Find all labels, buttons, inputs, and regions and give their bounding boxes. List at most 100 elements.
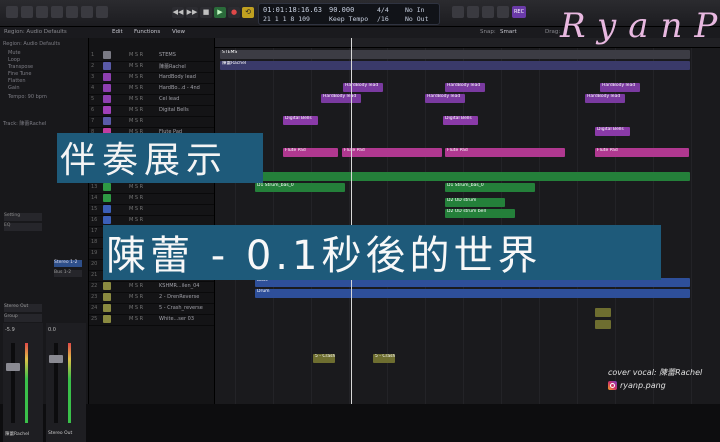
region-strum[interactable]: D1 Strum_bas_0 (255, 183, 345, 192)
mute-solo-buttons[interactable]: M S R (129, 283, 143, 289)
track-number: 2 (91, 63, 95, 69)
track-name[interactable]: STEMS (159, 52, 176, 58)
volume-fader[interactable] (6, 363, 20, 371)
track-name[interactable]: White...ser 03 (159, 316, 194, 322)
output-slot[interactable]: Stereo Out (4, 304, 42, 312)
mute-solo-buttons[interactable]: M S R (129, 118, 143, 124)
mute-solo-buttons[interactable]: M S R (129, 74, 143, 80)
mute-solo-buttons[interactable]: M S R (129, 63, 143, 69)
group-slot[interactable]: Group (4, 314, 42, 322)
track-name[interactable]: 2 - DrenReverse (159, 294, 199, 300)
rewind-button[interactable]: ◀◀ (172, 7, 184, 18)
region-strum-lane[interactable] (255, 172, 690, 181)
view-menu[interactable]: View (172, 29, 185, 35)
mute-solo-buttons[interactable]: M S R (129, 96, 143, 102)
snap-select[interactable]: Smart (500, 29, 517, 35)
bus-slot[interactable]: Bus 1-2 (54, 270, 82, 277)
inspector-finetune[interactable]: Fine Tune (8, 71, 31, 77)
region-od-bell[interactable]: D2 OD strum bell (445, 209, 515, 218)
smart-controls-icon[interactable] (66, 6, 78, 18)
track-name[interactable]: Digital Bells (159, 107, 189, 113)
inspector-icon[interactable] (21, 6, 33, 18)
track-name[interactable]: KSHMR...ilen_04 (159, 283, 199, 289)
track-row[interactable]: 25 M S R White...ser 03 (89, 314, 214, 326)
metronome-icon[interactable] (497, 6, 509, 18)
inspector-track[interactable]: Track: 陳蕾Rachel (3, 120, 46, 127)
eq-display[interactable]: EQ (4, 223, 42, 231)
region-strum[interactable]: D1 Strum_bas_0 (445, 183, 535, 192)
region-hardbody4[interactable]: HardBody lead (425, 94, 465, 103)
track-name[interactable]: 陳蕾Rachel (159, 63, 186, 70)
drag-label: Drag: (545, 29, 561, 35)
inspector-mute[interactable]: Mute (8, 50, 21, 56)
level-meter (25, 343, 28, 423)
track-number: 3 (91, 74, 95, 80)
mute-solo-buttons[interactable]: M S R (129, 195, 143, 201)
region-hardbody[interactable]: HardBody lead (445, 83, 485, 92)
track-number: 16 (91, 217, 98, 223)
region-fx[interactable] (595, 320, 611, 329)
mute-solo-buttons[interactable]: M S R (129, 305, 143, 311)
region-flute-pad[interactable]: Flute Pad (445, 148, 565, 157)
play-button[interactable]: ▶ (214, 7, 226, 18)
region-hardbody4[interactable]: HardBody lead (585, 94, 625, 103)
setting-button[interactable]: Setting (4, 213, 42, 221)
track-name[interactable]: HardBody lead (159, 74, 196, 80)
mute-solo-buttons[interactable]: M S R (129, 52, 143, 58)
region-od-strum[interactable]: D2 OD strum (445, 198, 505, 207)
region-digital-bells[interactable]: Digital Bells (595, 127, 630, 136)
functions-menu[interactable]: Functions (134, 29, 160, 35)
region-flute-pad[interactable]: Flute Pad (283, 148, 338, 157)
bar-gridline (235, 38, 236, 404)
count-in-icon[interactable] (482, 6, 494, 18)
region-digital-bells[interactable]: Digital Bells (283, 116, 318, 125)
playhead[interactable] (351, 38, 352, 404)
track-number: 5 (91, 96, 95, 102)
region-flute-pad[interactable]: Flute Pad (342, 148, 442, 157)
cycle-button[interactable]: ⟲ (242, 7, 254, 18)
mute-solo-buttons[interactable]: M S R (129, 184, 143, 190)
input-slot[interactable]: Stereo 1-2 (54, 260, 82, 267)
editors-icon[interactable] (96, 6, 108, 18)
region-crash[interactable]: 5 - Crash (373, 354, 395, 363)
inspector-region[interactable]: Region: Audio Defaults (3, 41, 60, 47)
region-crash[interactable]: 5 - Crash (313, 354, 335, 363)
track-icon (103, 95, 111, 103)
region-drum[interactable]: Drum (255, 289, 690, 298)
library-icon[interactable] (6, 6, 18, 18)
region-hardbody[interactable]: HardBody lead (343, 83, 383, 92)
track-name[interactable]: Cel lead (159, 96, 179, 102)
region-fx[interactable] (595, 308, 611, 317)
stop-button[interactable]: ■ (200, 7, 212, 18)
solo-icon[interactable] (467, 6, 479, 18)
mute-solo-buttons[interactable]: M S R (129, 206, 143, 212)
region-digital-bells[interactable]: Digital Bells (443, 116, 478, 125)
mute-solo-buttons[interactable]: M S R (129, 85, 143, 91)
region-rachel[interactable]: 陳蕾Rachel (220, 61, 690, 70)
arrangement-area[interactable]: STEMS 陳蕾Rachel HardBody lead HardBody le… (215, 38, 720, 404)
toolbar-icon[interactable] (51, 6, 63, 18)
mute-solo-buttons[interactable]: M S R (129, 316, 143, 322)
track-number: 14 (91, 195, 98, 201)
forward-button[interactable]: ▶▶ (186, 7, 198, 18)
track-name[interactable]: HardBo...d - 4nd (159, 85, 200, 91)
inspector-transpose[interactable]: Transpose (8, 64, 33, 70)
mute-solo-buttons[interactable]: M S R (129, 107, 143, 113)
region-flute-pad[interactable]: Flute Pad (595, 148, 689, 157)
region-hardbody[interactable]: HardBody lead (600, 83, 640, 92)
region-stems[interactable]: STEMS (220, 50, 690, 59)
inspector-loop[interactable]: Loop (8, 57, 20, 63)
help-icon[interactable] (36, 6, 48, 18)
edit-menu[interactable]: Edit (112, 29, 123, 35)
inspector-gain[interactable]: Gain (8, 85, 20, 91)
inspector-flatten[interactable]: Flatten (8, 78, 26, 84)
volume-fader[interactable] (49, 355, 63, 363)
region-hardbody4[interactable]: HardBody lead (321, 94, 361, 103)
record-button[interactable]: ● (228, 7, 240, 18)
mute-solo-buttons[interactable]: M S R (129, 294, 143, 300)
rec-badge[interactable]: REC (512, 6, 526, 18)
track-name[interactable]: 5 - Crash_reverse (159, 305, 203, 311)
mixer-icon[interactable] (81, 6, 93, 18)
lcd-display[interactable]: 01:01:18:16.63 21 1 1 8 109 90.000 Keep … (258, 3, 440, 25)
tuner-icon[interactable] (452, 6, 464, 18)
